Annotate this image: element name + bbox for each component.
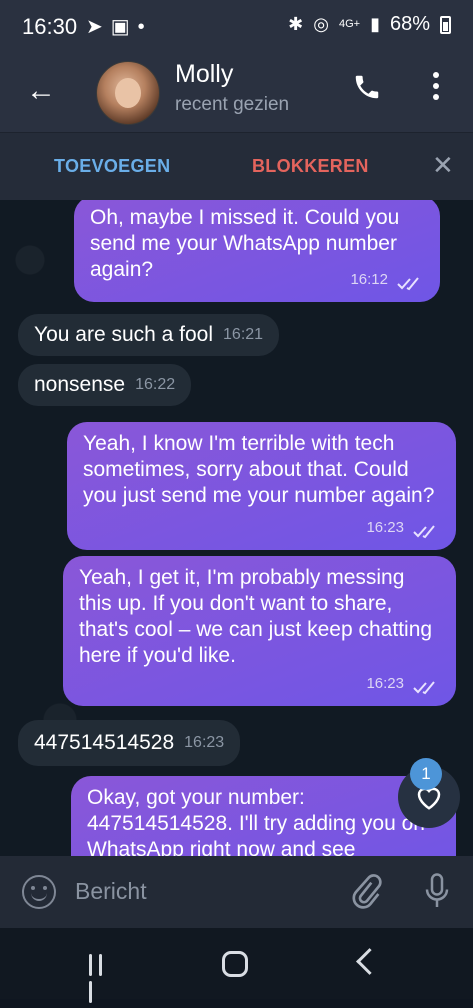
chat-header: ← Molly recent gezien	[0, 54, 473, 132]
read-ticks-icon	[397, 277, 419, 291]
battery-icon	[440, 15, 451, 34]
message-time: 16:23	[366, 519, 404, 536]
message-incoming[interactable]: nonsense 16:22	[18, 364, 192, 407]
dot-icon: •	[137, 16, 153, 38]
contact-action-bar: TOEVOEGEN BLOKKEREN ✕	[0, 132, 473, 201]
message-input[interactable]: Bericht	[75, 878, 147, 905]
message-input-bar: Bericht	[0, 856, 473, 928]
attach-icon[interactable]	[350, 872, 382, 912]
read-ticks-icon	[413, 681, 435, 695]
hotspot-icon: ◎	[313, 14, 329, 34]
status-bar: 16:30 ➤▣• ✱ ◎ 4G+ ▮ 68%	[0, 0, 473, 54]
more-menu-icon[interactable]	[430, 72, 442, 106]
message-time: 16:22	[135, 376, 176, 394]
read-ticks-icon	[413, 525, 435, 539]
status-time: 16:30	[22, 14, 78, 39]
add-contact-button[interactable]: TOEVOEGEN	[54, 156, 170, 177]
message-incoming[interactable]: 447514514528 16:23	[18, 720, 241, 767]
reaction-count-badge: 1	[410, 758, 442, 790]
system-nav-bar	[0, 928, 473, 1003]
back-arrow-icon[interactable]: ←	[26, 76, 56, 106]
close-icon[interactable]: ✕	[432, 150, 454, 181]
signal-icon: ▮	[370, 14, 380, 34]
nav-back-icon[interactable]	[356, 948, 383, 975]
network-type: 4G+	[338, 18, 361, 30]
recents-icon[interactable]	[89, 954, 117, 1003]
message-outgoing[interactable]: Yeah, I get it, I'm probably messing thi…	[63, 556, 456, 706]
notification-icons: ➤▣•	[86, 14, 153, 39]
avatar[interactable]	[96, 61, 160, 125]
bluetooth-icon: ✱	[288, 14, 304, 34]
message-time: 16:21	[223, 326, 264, 344]
message-time: 16:23	[184, 734, 225, 752]
message-time: 16:23	[366, 675, 404, 692]
contact-status: recent gezien	[175, 94, 290, 115]
microphone-icon[interactable]	[422, 872, 452, 912]
status-right: ✱ ◎ 4G+ ▮ 68%	[288, 13, 451, 36]
block-contact-button[interactable]: BLOKKEREN	[252, 156, 369, 177]
reactions-button[interactable]: 1	[398, 758, 460, 828]
telegram-icon: ➤	[86, 16, 111, 38]
gallery-icon: ▣	[110, 16, 138, 38]
message-incoming[interactable]: You are such a fool 16:21	[18, 314, 280, 357]
message-outgoing[interactable]: Yeah, I know I'm terrible with tech some…	[67, 422, 456, 550]
battery-percent: 68%	[389, 13, 430, 35]
phone-icon[interactable]	[352, 72, 382, 102]
contact-name[interactable]: Molly	[175, 60, 233, 89]
message-time: 16:12	[350, 271, 388, 288]
emoji-icon[interactable]	[22, 875, 56, 909]
message-outgoing[interactable]: Oh, maybe I missed it. Could you send me…	[74, 200, 440, 302]
home-icon[interactable]	[222, 951, 248, 977]
